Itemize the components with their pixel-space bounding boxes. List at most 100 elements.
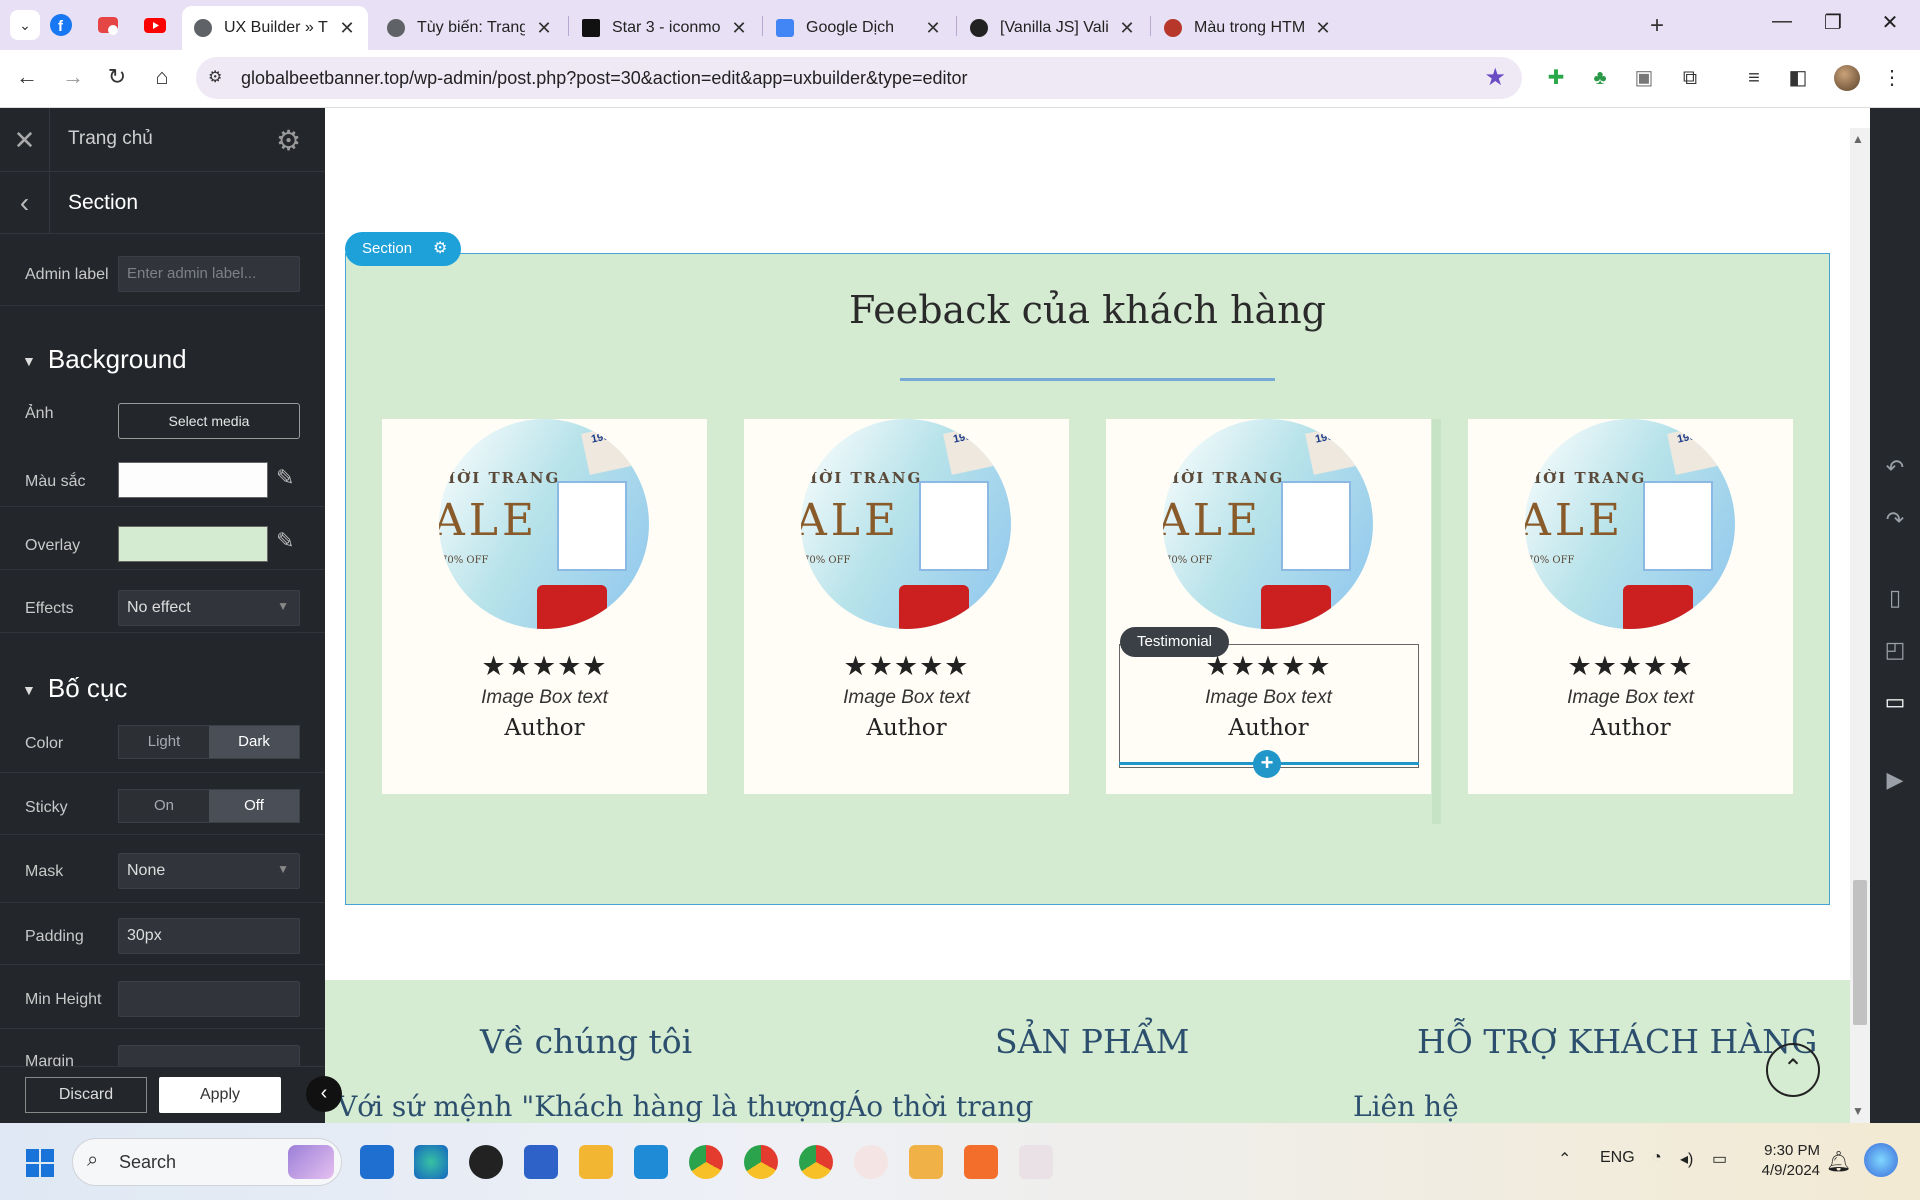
- show-hidden-icons[interactable]: ⌃: [1558, 1149, 1571, 1169]
- undo-icon[interactable]: ↶: [1883, 455, 1907, 481]
- close-tab-icon[interactable]: ✕: [338, 18, 356, 39]
- testimonial-card[interactable]: HỜI TRANG ALE 70% OFF 1994 ★★★★★ Image B…: [382, 419, 707, 794]
- extension-image-icon[interactable]: ▣: [1632, 66, 1656, 90]
- sale-banner-image[interactable]: HỜI TRANG ALE 70% OFF 1994: [439, 419, 649, 629]
- facebook-pinned-tab[interactable]: f: [48, 12, 74, 38]
- app-icon[interactable]: [854, 1145, 888, 1179]
- close-window-button[interactable]: ✕: [1870, 10, 1910, 35]
- clock[interactable]: 9:30 PM 4/9/2024: [1750, 1141, 1820, 1181]
- wifi-icon[interactable]: ◔: [1652, 1149, 1662, 1167]
- media-control-icon[interactable]: ≡: [1742, 66, 1766, 90]
- collapse-sidebar-button[interactable]: ‹: [306, 1076, 342, 1112]
- extension-tree-icon[interactable]: ♣: [1588, 66, 1612, 90]
- tablet-view-icon[interactable]: ◰: [1883, 637, 1907, 663]
- section-heading[interactable]: Feeback của khách hàng: [345, 288, 1830, 332]
- app-icon[interactable]: [909, 1145, 943, 1179]
- url-text[interactable]: globalbeetbanner.top/wp-admin/post.php?p…: [241, 68, 968, 89]
- gear-icon[interactable]: ⚙: [276, 124, 301, 157]
- close-tab-icon[interactable]: ✕: [730, 18, 748, 39]
- profile-avatar[interactable]: [1834, 65, 1860, 91]
- close-icon[interactable]: ✕: [0, 108, 50, 172]
- redo-icon[interactable]: ↷: [1883, 507, 1907, 533]
- effects-select[interactable]: No effect ▼: [118, 590, 300, 626]
- preview-play-icon[interactable]: ▶: [1883, 767, 1907, 793]
- mobile-view-icon[interactable]: ▯: [1883, 585, 1907, 611]
- zoom-app-icon[interactable]: [360, 1145, 394, 1179]
- bookmark-star-icon[interactable]: ★: [1484, 63, 1506, 92]
- dark-option[interactable]: Dark: [209, 726, 299, 758]
- footer-products-link[interactable]: Áo thời trang: [846, 1090, 1033, 1123]
- notification-bell-icon[interactable]: 🔔︎: [1826, 1149, 1851, 1174]
- restore-button[interactable]: ❐: [1813, 10, 1853, 35]
- mask-select[interactable]: None ▼: [118, 853, 300, 889]
- snipping-tool-icon[interactable]: [1019, 1145, 1053, 1179]
- extensions-puzzle-icon[interactable]: ⧉: [1678, 66, 1702, 90]
- close-tab-icon[interactable]: ✕: [1118, 18, 1136, 39]
- tab-iconmonstr[interactable]: Star 3 - iconmonstr ✕: [570, 6, 760, 50]
- store-icon[interactable]: [524, 1145, 558, 1179]
- column-resize-handle[interactable]: [1432, 419, 1441, 824]
- layout-heading[interactable]: ▼ Bố cục: [22, 673, 127, 704]
- omnibox[interactable]: ⚙ globalbeetbanner.top/wp-admin/post.php…: [196, 57, 1522, 99]
- windows-start-icon[interactable]: [26, 1149, 54, 1177]
- vscode-icon[interactable]: [634, 1145, 668, 1179]
- forward-arrow-icon[interactable]: →: [58, 64, 88, 90]
- section-tag[interactable]: Section ⚙: [345, 232, 461, 266]
- sale-banner-image[interactable]: HỜI TRANG ALE 70% OFF 1994: [1163, 419, 1373, 629]
- more-menu-icon[interactable]: ⋮: [1880, 66, 1904, 90]
- testimonial-card[interactable]: HỜI TRANG ALE 70% OFF 1994 ★★★★★ Image B…: [1468, 419, 1793, 794]
- admin-label-input[interactable]: Enter admin label...: [118, 256, 300, 292]
- edge-icon[interactable]: [414, 1145, 448, 1179]
- background-heading[interactable]: ▼ Background: [22, 344, 187, 375]
- tab-html-colors[interactable]: Màu trong HTML & CS ✕: [1152, 6, 1344, 50]
- footer-contact-link[interactable]: Liên hệ: [1353, 1090, 1459, 1123]
- eyedropper-icon[interactable]: ✎: [276, 528, 294, 554]
- home-icon[interactable]: ⌂: [147, 64, 177, 90]
- xampp-icon[interactable]: [964, 1145, 998, 1179]
- select-media-button[interactable]: Select media: [118, 403, 300, 439]
- tab-customize[interactable]: Tùy biến: Trang chủ - G ✕: [375, 6, 565, 50]
- pinned-tab-app[interactable]: [95, 12, 121, 38]
- tab-ux-builder[interactable]: UX Builder » Trang chủ ✕: [182, 6, 368, 50]
- site-info-icon[interactable]: ⚙: [208, 67, 222, 87]
- light-option[interactable]: Light: [119, 726, 209, 758]
- eyedropper-icon[interactable]: ✎: [276, 465, 294, 491]
- minimize-button[interactable]: —: [1762, 10, 1802, 33]
- sticky-off-option[interactable]: Off: [209, 790, 299, 822]
- side-panel-icon[interactable]: ◧: [1786, 66, 1810, 90]
- youtube-pinned-tab[interactable]: [142, 12, 168, 38]
- scrollbar-thumb[interactable]: [1853, 880, 1867, 1025]
- new-tab-button[interactable]: +: [1650, 12, 1664, 40]
- tab-search-button[interactable]: ⌄: [10, 10, 40, 40]
- dell-icon[interactable]: [469, 1145, 503, 1179]
- chrome-icon[interactable]: [689, 1145, 723, 1179]
- scroll-up-arrow[interactable]: ▲: [1852, 132, 1864, 146]
- testimonial-card[interactable]: HỜI TRANG ALE 70% OFF 1994 ★★★★★ Image B…: [744, 419, 1069, 794]
- apply-button[interactable]: Apply: [159, 1077, 281, 1113]
- close-tab-icon[interactable]: ✕: [1314, 18, 1332, 39]
- min-height-input[interactable]: [118, 981, 300, 1017]
- file-explorer-icon[interactable]: [579, 1145, 613, 1179]
- reload-icon[interactable]: ↻: [102, 64, 132, 90]
- battery-icon[interactable]: ▭: [1712, 1149, 1727, 1169]
- back-to-top-button[interactable]: ⌃: [1766, 1043, 1820, 1097]
- scroll-down-arrow[interactable]: ▼: [1852, 1104, 1864, 1118]
- tab-validator[interactable]: [Vanilla JS] Validator ✕: [958, 6, 1148, 50]
- chrome-icon[interactable]: [744, 1145, 778, 1179]
- discard-button[interactable]: Discard: [25, 1077, 147, 1113]
- language-indicator[interactable]: ENG: [1600, 1149, 1635, 1167]
- extension-plus-icon[interactable]: ✚: [1544, 66, 1568, 90]
- chrome-icon[interactable]: [799, 1145, 833, 1179]
- color-swatch[interactable]: [118, 462, 268, 498]
- testimonial-tag[interactable]: Testimonial: [1120, 627, 1229, 657]
- overlay-swatch[interactable]: [118, 526, 268, 562]
- copilot-icon[interactable]: [1864, 1143, 1898, 1177]
- back-arrow-icon[interactable]: ←: [12, 64, 42, 90]
- padding-input[interactable]: 30px: [118, 918, 300, 954]
- sale-banner-image[interactable]: HỜI TRANG ALE 70% OFF 1994: [1525, 419, 1735, 629]
- taskbar-search[interactable]: ⌕ Search: [72, 1138, 342, 1186]
- close-tab-icon[interactable]: ✕: [535, 18, 553, 39]
- gear-icon[interactable]: ⚙: [433, 232, 447, 266]
- tab-google-translate[interactable]: Google Dịch ✕: [764, 6, 954, 50]
- desktop-view-icon[interactable]: ▭: [1883, 689, 1907, 715]
